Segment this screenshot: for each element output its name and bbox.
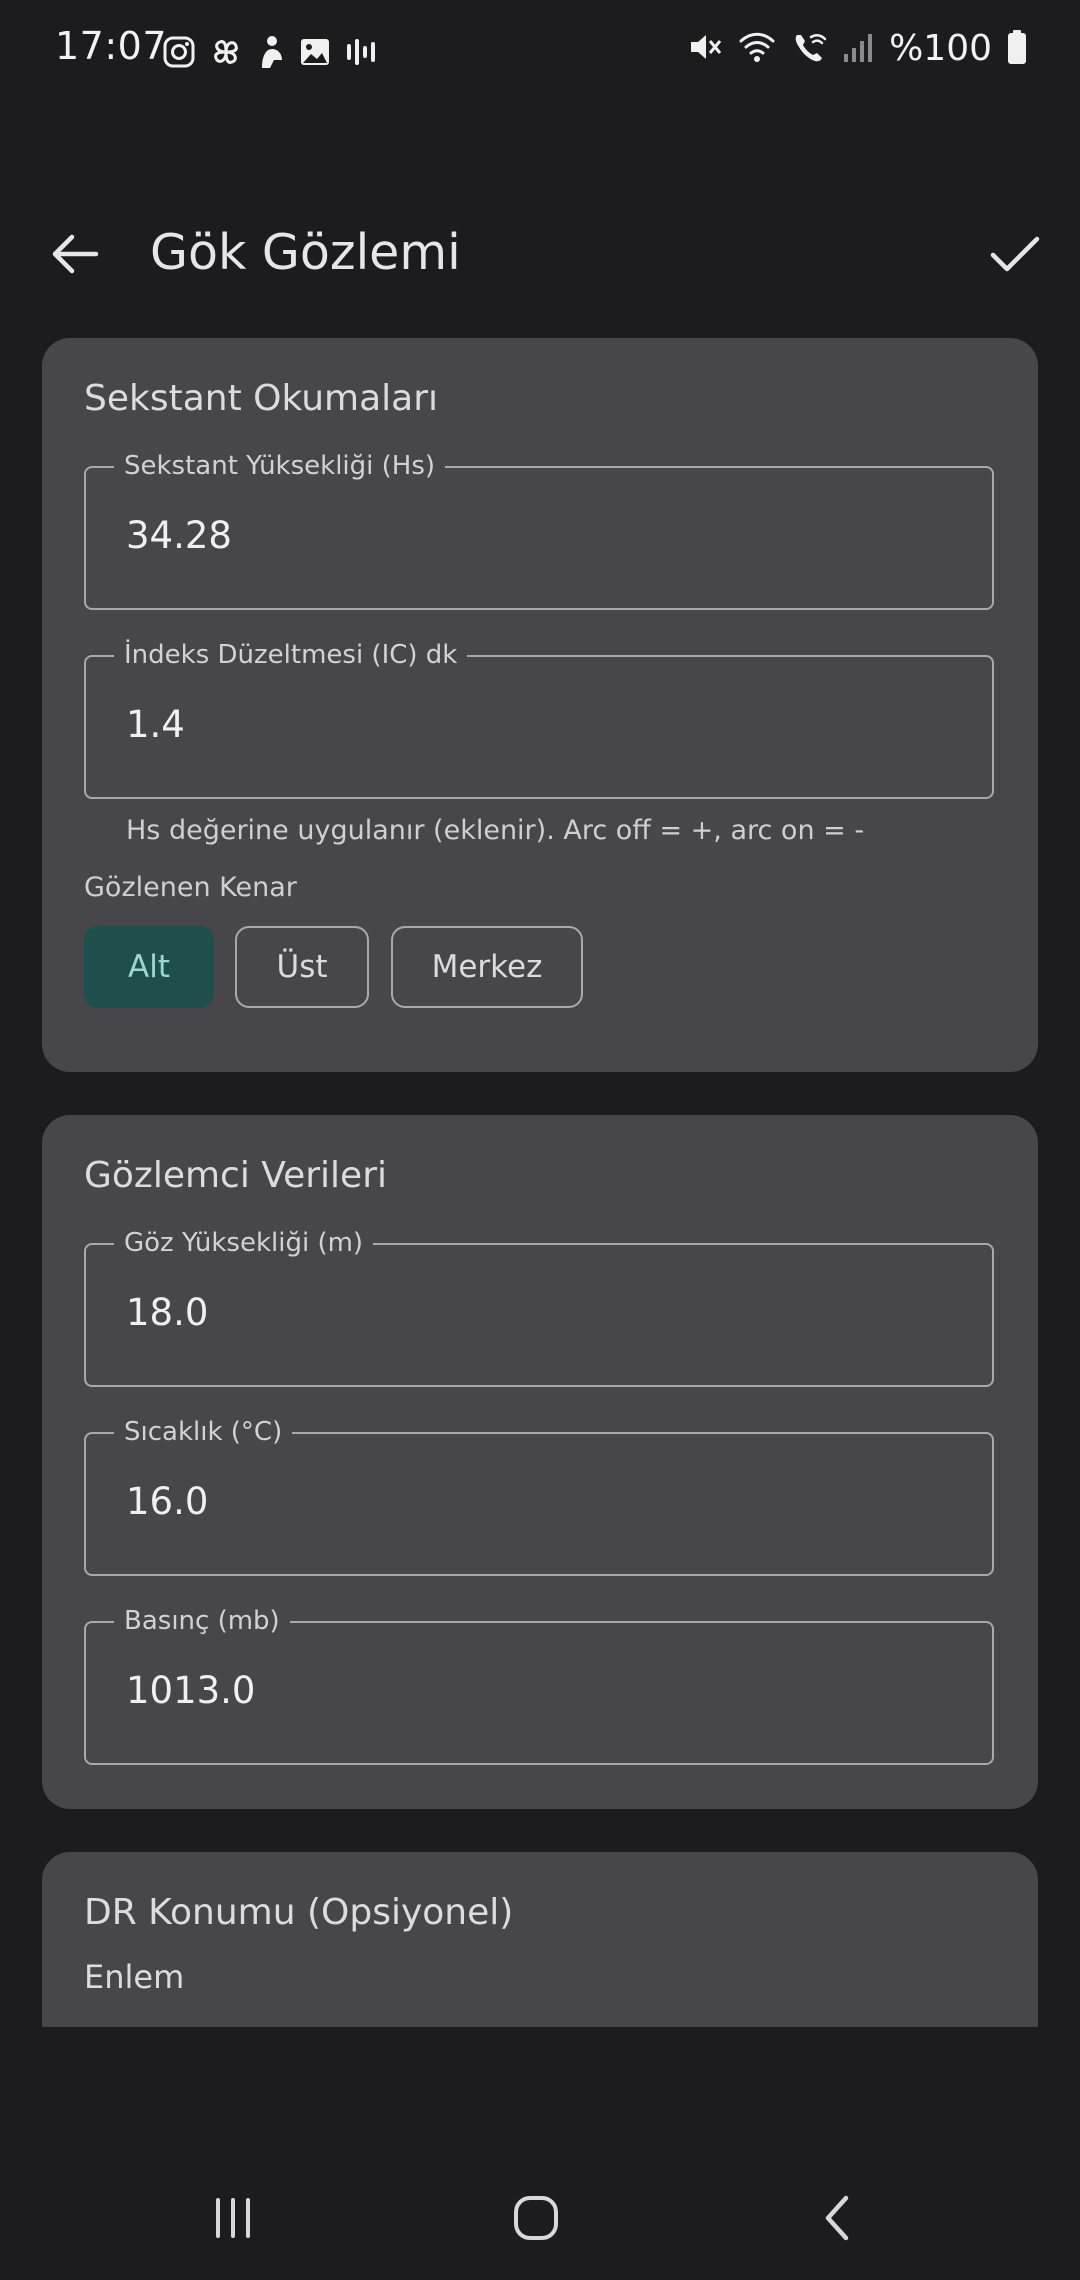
battery-icon xyxy=(1006,29,1028,69)
person-icon xyxy=(256,34,286,74)
back-nav-icon xyxy=(818,2194,858,2246)
temperature-value: 16.0 xyxy=(126,1480,209,1523)
app-bar: Gök Gözlemi xyxy=(0,200,1080,310)
observer-data-card: Gözlemci Verileri Göz Yüksekliği (m) 18.… xyxy=(42,1115,1038,1809)
pressure-value: 1013.0 xyxy=(126,1669,256,1712)
sextant-card-title: Sekstant Okumaları xyxy=(84,378,439,419)
index-correction-field[interactable]: İndeks Düzeltmesi (IC) dk 1.4 xyxy=(84,638,994,799)
limb-option-center-label: Merkez xyxy=(431,949,543,985)
sextant-height-field[interactable]: Sekstant Yüksekliği (Hs) 34.28 xyxy=(84,449,994,610)
sextant-height-value: 34.28 xyxy=(126,514,232,557)
check-icon xyxy=(989,234,1041,278)
wifi-call-icon xyxy=(791,29,827,69)
status-time: 17:07 xyxy=(55,24,168,68)
recent-apps-icon xyxy=(210,2195,256,2245)
home-button[interactable] xyxy=(486,2180,586,2260)
dr-position-card: DR Konumu (Opsiyonel) Enlem xyxy=(42,1852,1038,2027)
waveform-icon xyxy=(344,36,376,72)
status-bar: 17:07 %100 xyxy=(0,0,1080,100)
back-button[interactable] xyxy=(40,226,110,286)
eye-height-field[interactable]: Göz Yüksekliği (m) 18.0 xyxy=(84,1226,994,1387)
battery-percent: %100 xyxy=(889,28,992,69)
eye-height-value: 18.0 xyxy=(126,1291,209,1334)
mute-icon xyxy=(687,29,723,69)
image-icon xyxy=(298,35,332,73)
page-title: Gök Gözlemi xyxy=(150,224,461,281)
status-system-icons: %100 xyxy=(687,28,1028,69)
navigation-bar xyxy=(0,2160,1080,2280)
wifi-icon xyxy=(737,29,777,69)
signal-icon xyxy=(841,30,875,68)
limb-option-upper-label: Üst xyxy=(276,949,328,985)
instagram-icon xyxy=(162,35,196,73)
observed-limb-label: Gözlenen Kenar xyxy=(84,872,297,903)
confirm-button[interactable] xyxy=(980,226,1050,286)
index-correction-helper: Hs değerine uygulanır (eklenir). Arc off… xyxy=(126,815,865,846)
limb-option-lower-label: Alt xyxy=(128,949,170,985)
status-notification-icons xyxy=(162,34,376,74)
dr-card-title: DR Konumu (Opsiyonel) xyxy=(84,1892,514,1933)
index-correction-label: İndeks Düzeltmesi (IC) dk xyxy=(114,638,468,672)
temperature-field[interactable]: Sıcaklık (°C) 16.0 xyxy=(84,1415,994,1576)
pressure-label: Basınç (mb) xyxy=(114,1604,290,1638)
pressure-field[interactable]: Basınç (mb) 1013.0 xyxy=(84,1604,994,1765)
limb-option-lower[interactable]: Alt xyxy=(84,926,214,1008)
pinwheel-icon xyxy=(208,34,244,74)
latitude-label: Enlem xyxy=(84,1958,185,1996)
home-icon xyxy=(512,2194,560,2246)
recent-apps-button[interactable] xyxy=(183,2180,283,2260)
limb-option-center[interactable]: Merkez xyxy=(391,926,583,1008)
eye-height-label: Göz Yüksekliği (m) xyxy=(114,1226,374,1260)
sextant-readings-card: Sekstant Okumaları Sekstant Yüksekliği (… xyxy=(42,338,1038,1072)
arrow-back-icon xyxy=(50,232,100,280)
observer-card-title: Gözlemci Verileri xyxy=(84,1155,388,1196)
temperature-label: Sıcaklık (°C) xyxy=(114,1415,293,1449)
back-nav-button[interactable] xyxy=(788,2180,888,2260)
limb-option-upper[interactable]: Üst xyxy=(235,926,369,1008)
index-correction-value: 1.4 xyxy=(126,703,185,746)
sextant-height-label: Sekstant Yüksekliği (Hs) xyxy=(114,449,446,483)
